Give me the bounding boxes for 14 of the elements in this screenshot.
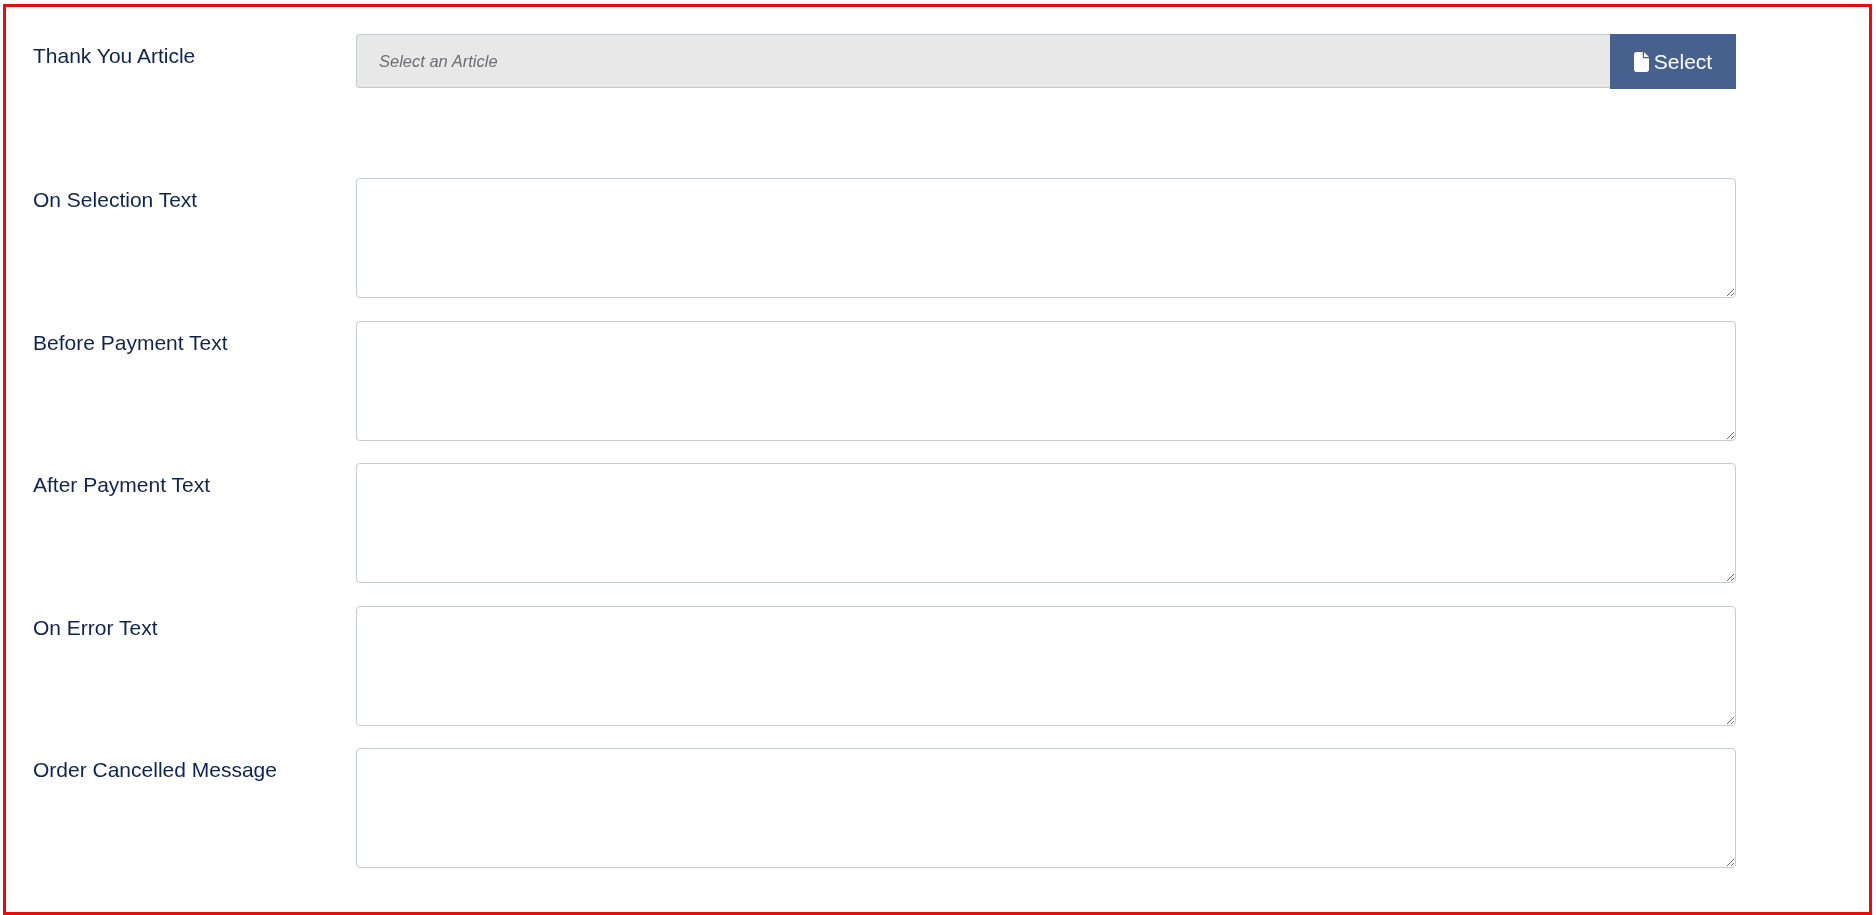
text-area[interactable] bbox=[356, 178, 1736, 298]
text-area[interactable] bbox=[356, 748, 1736, 868]
field-label: After Payment Text bbox=[33, 472, 212, 497]
file-icon bbox=[1633, 51, 1649, 72]
field-label: Before Payment Text bbox=[33, 329, 229, 355]
article-field[interactable]: Select an Article bbox=[356, 34, 1610, 88]
field-label: Order Cancelled Message bbox=[33, 757, 278, 782]
text-area[interactable] bbox=[356, 605, 1736, 726]
field-label: Thank You Article bbox=[33, 43, 197, 68]
field-label: On Error Text bbox=[33, 614, 159, 640]
text-area[interactable] bbox=[356, 320, 1736, 441]
text-area[interactable] bbox=[356, 463, 1736, 583]
select-button[interactable]: Select bbox=[1610, 34, 1736, 89]
field-label: On Selection Text bbox=[33, 187, 199, 212]
